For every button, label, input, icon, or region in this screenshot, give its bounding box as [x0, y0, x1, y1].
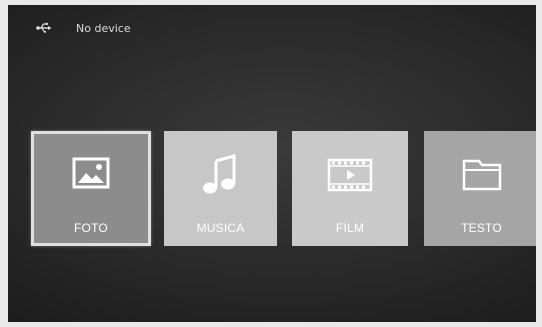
music-note-icon — [194, 153, 248, 197]
tile-label-testo: TESTO — [461, 221, 502, 235]
tile-film[interactable]: FILM — [292, 131, 408, 246]
film-icon — [323, 153, 377, 197]
tile-testo[interactable]: TESTO — [424, 131, 536, 246]
tile-label-musica: MUSICA — [196, 221, 245, 235]
media-menu: FOTO MUSICA FILM TESTO — [8, 5, 536, 322]
tile-label-film: FILM — [335, 221, 365, 235]
tile-label-foto: FOTO — [74, 221, 108, 235]
photo-icon — [64, 153, 118, 197]
tile-musica[interactable]: MUSICA — [164, 131, 277, 246]
media-player-screen: No device FOTO MUSICA FILM TESTO — [8, 5, 536, 322]
tile-foto[interactable]: FOTO — [31, 131, 151, 246]
folder-icon — [455, 153, 509, 197]
